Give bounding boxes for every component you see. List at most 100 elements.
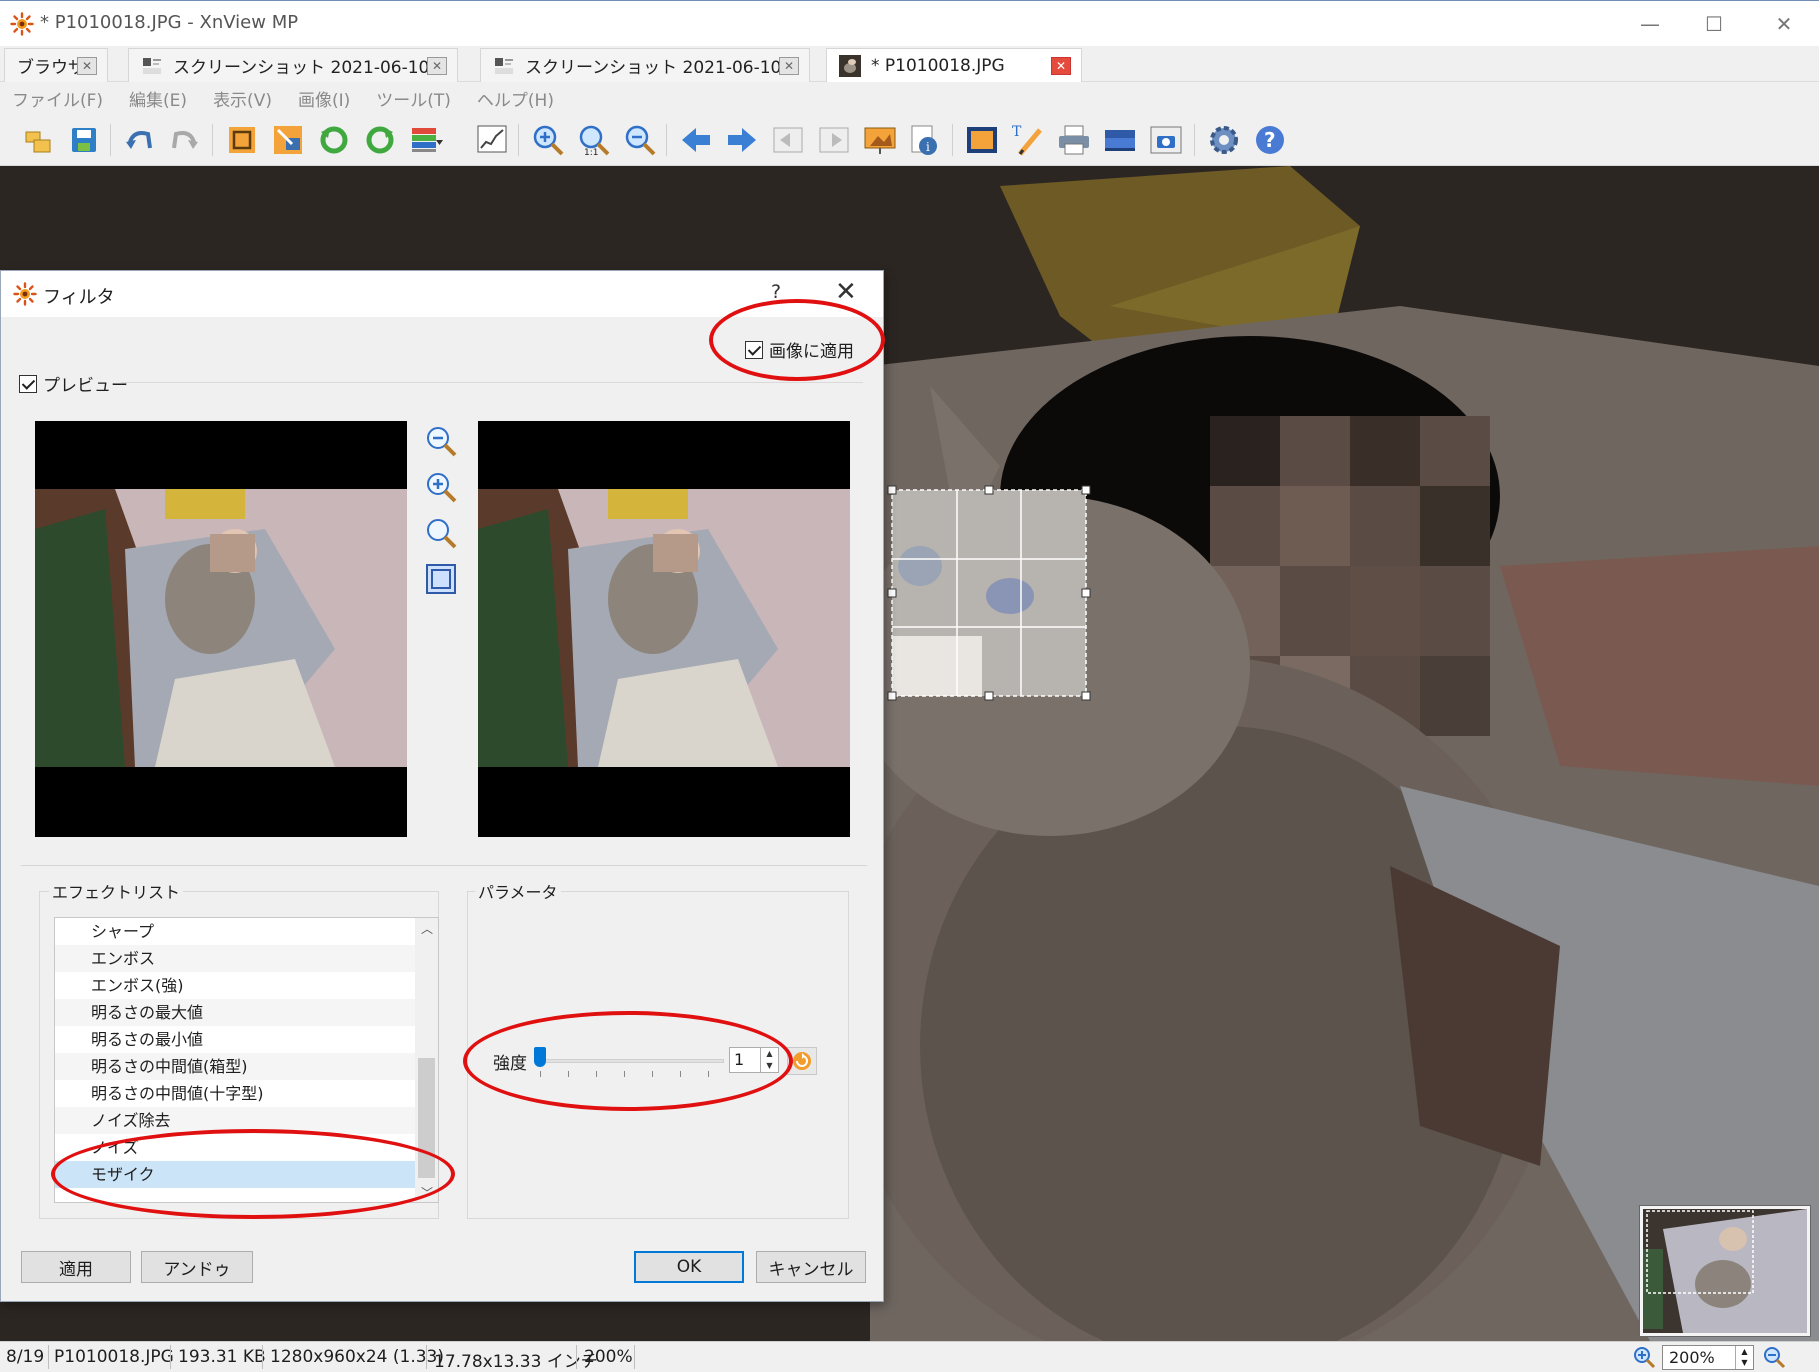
crop-icon[interactable] — [224, 122, 260, 158]
first-image-icon[interactable] — [770, 122, 806, 158]
status-index: 8/19 — [6, 1347, 45, 1367]
redo-icon[interactable] — [166, 122, 202, 158]
effect-item-median-cross[interactable]: 明るさの中間値(十字型) — [55, 1080, 415, 1107]
tab-close-icon[interactable]: ✕ — [779, 57, 799, 75]
preview-filtered[interactable] — [478, 421, 850, 837]
checkbox-checked-icon[interactable] — [745, 340, 763, 359]
tab-browser[interactable]: ブラウザ ✕ — [4, 48, 108, 82]
effect-list-scrollbar[interactable]: ︿ ﹀ — [415, 918, 438, 1202]
svg-text:i: i — [926, 140, 930, 154]
preview-fit-window-icon[interactable] — [423, 561, 459, 597]
effect-item-denoise[interactable]: ノイズ除去 — [55, 1107, 415, 1134]
effect-item-min-brightness[interactable]: 明るさの最小値 — [55, 1026, 415, 1053]
preview-zoom-in-icon[interactable] — [423, 469, 459, 505]
apply-to-image-checkbox[interactable]: 画像に適用 — [745, 337, 854, 362]
scroll-up-icon[interactable]: ︿ — [421, 920, 433, 937]
xnview-logo-icon — [13, 282, 37, 306]
slideshow-icon[interactable] — [862, 122, 898, 158]
effect-item-sharpen[interactable]: シャープ — [55, 918, 415, 945]
effect-item-median-box[interactable]: 明るさの中間値(箱型) — [55, 1053, 415, 1080]
zoom-1to1-icon[interactable]: 1:1 — [576, 122, 612, 158]
close-window-button[interactable]: ✕ — [1754, 7, 1814, 41]
zoom-in-icon[interactable] — [530, 122, 566, 158]
status-filesize: 193.31 KB — [178, 1347, 266, 1367]
reset-parameter-button[interactable] — [787, 1047, 817, 1075]
preview-zoom-out-icon[interactable] — [423, 423, 459, 459]
zoom-in-icon[interactable] — [1632, 1345, 1656, 1369]
undo-button[interactable]: アンドゥ — [141, 1251, 253, 1283]
effect-item-emboss-strong[interactable]: エンボス(強) — [55, 972, 415, 999]
zoom-level-value: 200% — [1669, 1348, 1715, 1367]
fullscreen-icon[interactable] — [964, 122, 1000, 158]
tab-close-icon[interactable]: ✕ — [77, 57, 97, 75]
cancel-button[interactable]: キャンセル — [756, 1251, 866, 1283]
tab-p1010018[interactable]: * P1010018.JPG ✕ — [826, 48, 1082, 82]
effect-item-mosaic[interactable]: モザイク — [55, 1161, 415, 1188]
menu-file[interactable]: ファイル(F) — [12, 86, 103, 111]
settings-icon[interactable] — [1206, 122, 1242, 158]
navigator-thumbnail[interactable] — [1639, 1205, 1811, 1337]
resize-icon[interactable] — [270, 122, 306, 158]
scroll-thumb[interactable] — [418, 1058, 435, 1178]
prev-image-icon[interactable] — [678, 122, 714, 158]
strength-spin-buttons[interactable]: ▲ ▼ — [760, 1048, 778, 1072]
next-image-icon[interactable] — [724, 122, 760, 158]
strength-slider-track[interactable] — [538, 1059, 724, 1063]
strength-spinbox[interactable]: 1 ▲ ▼ — [729, 1047, 779, 1073]
preview-zoom-fit-icon[interactable] — [423, 515, 459, 551]
edit-text-icon[interactable]: T — [1010, 122, 1046, 158]
preview-label: プレビュー — [43, 376, 128, 396]
menu-view[interactable]: 表示(V) — [213, 86, 272, 111]
maximize-button[interactable]: ☐ — [1684, 7, 1744, 41]
last-image-icon[interactable] — [816, 122, 852, 158]
dialog-help-button[interactable]: ? — [771, 281, 781, 303]
help-icon[interactable]: ? — [1252, 122, 1288, 158]
effect-item-noise[interactable]: ノイズ — [55, 1134, 415, 1161]
dialog-close-button[interactable]: ✕ — [835, 277, 857, 307]
tab-label: スクリーンショット 2021-06-10... — [173, 58, 446, 78]
status-print-size: 17.78x13.33 インチ — [434, 1352, 598, 1372]
rotate-right-icon[interactable] — [362, 122, 398, 158]
menu-edit[interactable]: 編集(E) — [129, 86, 187, 111]
tab-screenshot-2[interactable]: スクリーンショット 2021-06-10... ✕ — [480, 48, 810, 82]
navigator-image — [1643, 1209, 1807, 1333]
scanner-icon[interactable] — [1102, 122, 1138, 158]
tab-close-icon[interactable]: ✕ — [1051, 57, 1071, 75]
zoom-out-icon[interactable] — [1762, 1345, 1786, 1369]
zoom-spin-buttons[interactable]: ▲ ▼ — [1735, 1346, 1753, 1369]
effect-item-max-brightness[interactable]: 明るさの最大値 — [55, 999, 415, 1026]
tab-close-icon[interactable]: ✕ — [427, 57, 447, 75]
zoom-out-icon[interactable] — [622, 122, 658, 158]
effect-list-label: エフェクトリスト — [49, 879, 184, 903]
status-dimensions: 1280x960x24 (1.33) — [270, 1347, 444, 1367]
preview-original[interactable] — [35, 421, 407, 837]
menu-tools[interactable]: ツール(T) — [376, 86, 451, 111]
info-icon[interactable]: i — [906, 122, 942, 158]
preview-checkbox[interactable]: プレビュー — [19, 371, 128, 396]
print-icon[interactable] — [1056, 122, 1092, 158]
strength-slider-thumb[interactable] — [534, 1047, 546, 1067]
save-icon[interactable] — [66, 122, 102, 158]
rotate-left-icon[interactable] — [316, 122, 352, 158]
checkbox-checked-icon[interactable] — [19, 374, 37, 393]
parameters-label: パラメータ — [475, 879, 561, 903]
capture-icon[interactable] — [1148, 122, 1184, 158]
histogram-icon[interactable] — [474, 122, 510, 158]
minimize-button[interactable]: — — [1620, 7, 1680, 41]
undo-icon[interactable] — [122, 122, 158, 158]
menu-image[interactable]: 画像(I) — [298, 86, 350, 111]
toolbar: 1:1 i T ? — [0, 114, 1819, 166]
preview-filtered-image — [478, 489, 850, 767]
effect-item-emboss[interactable]: エンボス — [55, 945, 415, 972]
ok-button[interactable]: OK — [634, 1251, 744, 1283]
open-folder-icon[interactable] — [20, 122, 56, 158]
color-adjust-icon[interactable] — [408, 122, 444, 158]
tab-screenshot-1[interactable]: スクリーンショット 2021-06-10... ✕ — [128, 48, 458, 82]
zoom-level-field[interactable]: 200% ▲ ▼ — [1662, 1345, 1754, 1370]
menu-help[interactable]: ヘルプ(H) — [477, 86, 554, 111]
effect-list[interactable]: シャープ エンボス エンボス(強) 明るさの最大値 明るさの最小値 明るさの中間… — [54, 917, 439, 1203]
crop-selection[interactable] — [887, 485, 1091, 701]
scroll-down-icon[interactable]: ﹀ — [421, 1184, 433, 1201]
apply-button[interactable]: 適用 — [21, 1251, 131, 1283]
menu-bar: ファイル(F) 編集(E) 表示(V) 画像(I) ツール(T) ヘルプ(H) — [0, 82, 1819, 114]
